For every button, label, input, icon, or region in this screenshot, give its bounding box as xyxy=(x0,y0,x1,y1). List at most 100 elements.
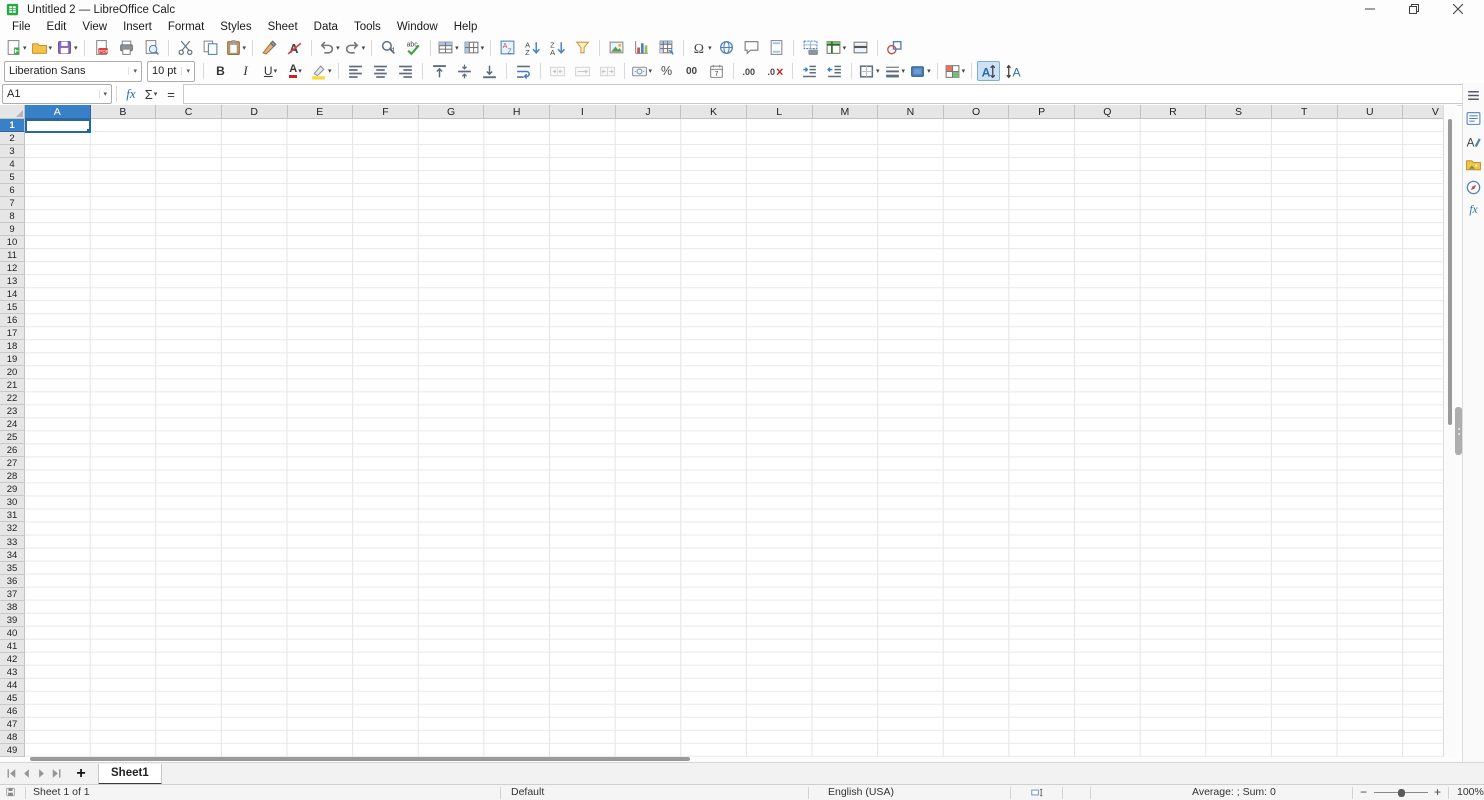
tab-next-button[interactable] xyxy=(34,765,49,783)
row-header-48[interactable]: 48 xyxy=(0,731,25,744)
add-decimal-button[interactable]: .00 xyxy=(739,61,762,81)
selection-stats[interactable]: Average: ; Sum: 0 xyxy=(1192,785,1276,800)
row-header-2[interactable]: 2 xyxy=(0,132,25,145)
format-date-button[interactable]: 7 xyxy=(705,61,728,81)
row-header-15[interactable]: 15 xyxy=(0,301,25,314)
insert-image-button[interactable] xyxy=(605,38,628,58)
align-left-button[interactable] xyxy=(344,61,367,81)
chevron-down-icon[interactable]: ▾ xyxy=(298,67,302,75)
print-area-button[interactable] xyxy=(799,38,822,58)
menu-file[interactable]: File xyxy=(4,19,39,36)
chevron-down-icon[interactable]: ▾ xyxy=(362,44,366,52)
decrease-indent-button[interactable] xyxy=(823,61,846,81)
tab-prev-button[interactable] xyxy=(19,765,34,783)
sidebar-show-hide-handle[interactable] xyxy=(1455,407,1462,455)
find-replace-button[interactable]: d xyxy=(377,38,400,58)
sheet-info[interactable]: Sheet 1 of 1 xyxy=(33,785,90,800)
tab-last-button[interactable] xyxy=(49,765,64,783)
tab-first-button[interactable] xyxy=(4,765,19,783)
insert-mode-icon[interactable] xyxy=(1030,786,1045,800)
row-header-18[interactable]: 18 xyxy=(0,340,25,353)
font-color-button[interactable]: A▾ xyxy=(284,61,307,81)
save-button[interactable]: ▾ xyxy=(55,38,79,58)
row-header-49[interactable]: 49 xyxy=(0,744,25,757)
navigator-button[interactable] xyxy=(1465,178,1483,196)
row-header-29[interactable]: 29 xyxy=(0,483,25,496)
column-header-e[interactable]: E xyxy=(288,105,354,119)
insert-comment-button[interactable] xyxy=(740,38,763,58)
row-header-36[interactable]: 36 xyxy=(0,575,25,588)
page-style[interactable]: Default xyxy=(511,785,544,800)
chevron-down-icon[interactable]: ▾ xyxy=(336,44,340,52)
chevron-down-icon[interactable]: ▾ xyxy=(481,44,485,52)
chevron-down-icon[interactable]: ▾ xyxy=(843,44,847,52)
zoom-in-icon[interactable]: + xyxy=(1434,785,1441,800)
redo-button[interactable]: ▾ xyxy=(343,38,367,58)
row-header-20[interactable]: 20 xyxy=(0,366,25,379)
chevron-down-icon[interactable]: ▾ xyxy=(927,67,931,75)
align-right-button[interactable] xyxy=(394,61,417,81)
column-header-k[interactable]: K xyxy=(681,105,747,119)
row-header-25[interactable]: 25 xyxy=(0,431,25,444)
print-preview-button[interactable] xyxy=(140,38,163,58)
column-header-q[interactable]: Q xyxy=(1075,105,1141,119)
row-header-7[interactable]: 7 xyxy=(0,197,25,210)
column-header-i[interactable]: I xyxy=(550,105,616,119)
zoom-level[interactable]: 100% xyxy=(1457,785,1484,800)
chevron-down-icon[interactable]: ▾ xyxy=(99,90,107,98)
conditional-formatting-button[interactable]: ▾ xyxy=(943,61,967,81)
copy-button[interactable] xyxy=(199,38,222,58)
print-button[interactable] xyxy=(115,38,138,58)
column-header-u[interactable]: U xyxy=(1338,105,1404,119)
border-style-button[interactable]: ▾ xyxy=(883,61,907,81)
column-header-b[interactable]: B xyxy=(91,105,157,119)
row-header-21[interactable]: 21 xyxy=(0,379,25,392)
column-header-g[interactable]: G xyxy=(419,105,485,119)
insert-chart-button[interactable] xyxy=(630,38,653,58)
column-header-l[interactable]: L xyxy=(747,105,813,119)
underline-button[interactable]: U▾ xyxy=(259,61,282,81)
chevron-down-icon[interactable]: ▾ xyxy=(649,67,653,75)
pivot-table-button[interactable] xyxy=(655,38,678,58)
draw-functions-button[interactable] xyxy=(883,38,906,58)
sort-descending-button[interactable]: ZA xyxy=(546,38,569,58)
clone-formatting-button[interactable] xyxy=(258,38,281,58)
row-header-22[interactable]: 22 xyxy=(0,392,25,405)
menu-insert[interactable]: Insert xyxy=(115,19,160,36)
vertical-scrollbar-thumb[interactable] xyxy=(1448,119,1452,425)
column-header-p[interactable]: P xyxy=(1009,105,1075,119)
spreadsheet-grid[interactable] xyxy=(25,119,1443,757)
chevron-down-icon[interactable]: ▾ xyxy=(708,44,712,52)
font-size-combo[interactable]: 10 pt▾ xyxy=(147,61,195,82)
insert-row-button[interactable]: ▾ xyxy=(436,38,460,58)
align-center-button[interactable] xyxy=(369,61,392,81)
row-header-11[interactable]: 11 xyxy=(0,249,25,262)
freeze-panes-button[interactable]: ▾ xyxy=(824,38,848,58)
zoom-out-icon[interactable]: − xyxy=(1360,785,1367,800)
row-header-41[interactable]: 41 xyxy=(0,640,25,653)
row-header-33[interactable]: 33 xyxy=(0,536,25,549)
menu-view[interactable]: View xyxy=(74,19,115,36)
row-header-35[interactable]: 35 xyxy=(0,562,25,575)
menu-styles[interactable]: Styles xyxy=(212,19,259,36)
sort-ascending-button[interactable]: AZ xyxy=(521,38,544,58)
special-character-button[interactable]: Ω▾ xyxy=(689,38,713,58)
chevron-down-icon[interactable]: ▾ xyxy=(328,67,332,75)
function-wizard-button[interactable]: fx xyxy=(121,84,141,104)
delete-decimal-button[interactable]: .0 xyxy=(764,61,787,81)
column-header-n[interactable]: N xyxy=(878,105,944,119)
menu-edit[interactable]: Edit xyxy=(39,19,75,36)
column-header-s[interactable]: S xyxy=(1206,105,1272,119)
highlight-color-button[interactable]: ▾ xyxy=(309,61,333,81)
sidebar-settings-button[interactable] xyxy=(1465,86,1483,104)
menu-sheet[interactable]: Sheet xyxy=(260,19,306,36)
align-bottom-button[interactable] xyxy=(478,61,501,81)
format-currency-button[interactable]: ▾ xyxy=(630,61,654,81)
sort-button[interactable]: AZ xyxy=(496,38,519,58)
cut-button[interactable] xyxy=(174,38,197,58)
minimize-button[interactable] xyxy=(1348,0,1392,19)
row-header-3[interactable]: 3 xyxy=(0,145,25,158)
font-name-combo[interactable]: Liberation Sans▾ xyxy=(4,61,142,82)
row-header-27[interactable]: 27 xyxy=(0,457,25,470)
sheet-tab-sheet1[interactable]: Sheet1 xyxy=(98,764,162,785)
